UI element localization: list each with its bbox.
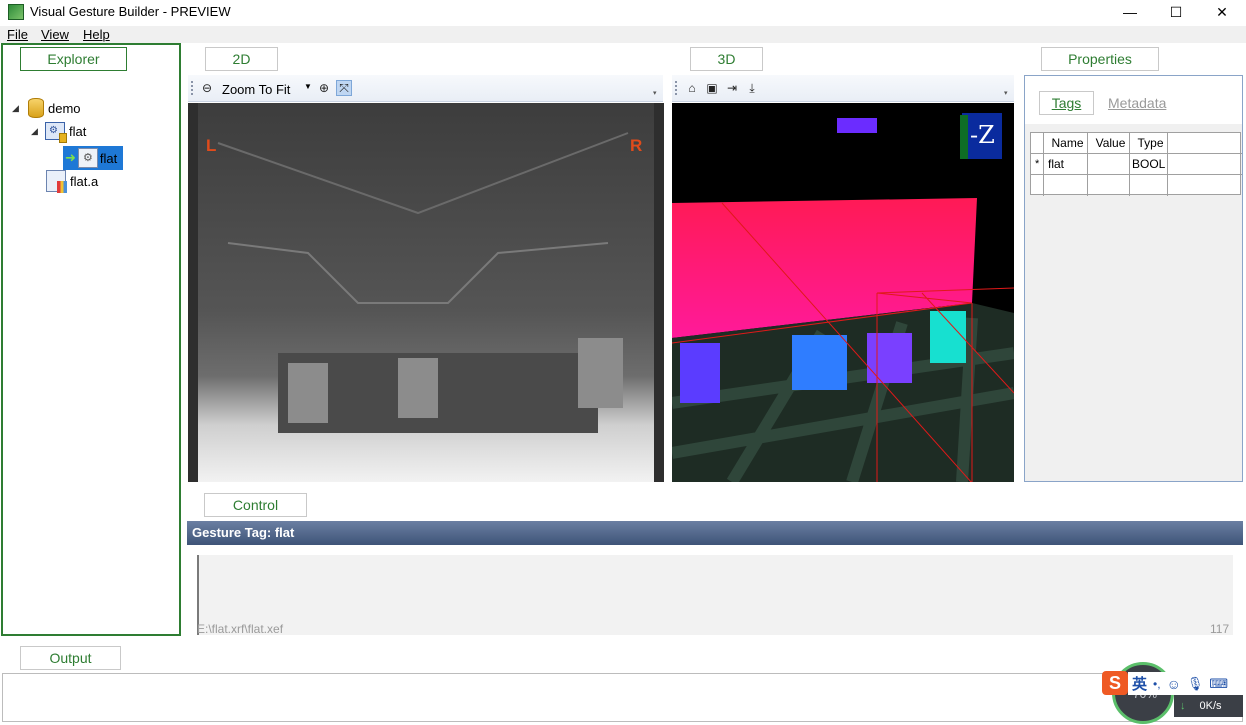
dropdown-arrow-icon[interactable]: ▼: [304, 82, 312, 91]
tree-item-flat-group[interactable]: ◢ ⚙ flat: [31, 122, 87, 143]
toolbar-grip-icon: [675, 81, 677, 95]
zoom-in-icon[interactable]: ⊕: [316, 80, 332, 96]
gesture-project-icon: ⚙: [45, 122, 67, 143]
right-marker: R: [630, 136, 643, 155]
camera-view-icon[interactable]: ▣: [704, 80, 720, 96]
download-arrow-icon: ↓: [1180, 700, 1186, 712]
tree-item-label: flat: [99, 150, 118, 166]
row-marker: *: [1031, 154, 1044, 175]
ime-language-toggle[interactable]: 英: [1132, 673, 1147, 694]
zoom-select[interactable]: Zoom To Fit: [222, 82, 290, 97]
toolbar-overflow-icon[interactable]: ▾: [1004, 89, 1008, 97]
zoom-out-icon[interactable]: ⊖: [199, 80, 215, 96]
top-view-icon[interactable]: ⤓: [744, 80, 760, 96]
toolbar-grip-icon: [191, 81, 193, 95]
clip-file-path: E:\flat.xrf\flat.xef: [197, 622, 284, 636]
grid-corner: [1031, 133, 1044, 154]
title-bar: Visual Gesture Builder - PREVIEW — ☐ ✕: [0, 0, 1246, 26]
minimize-button[interactable]: —: [1107, 0, 1153, 24]
column-header-filler: [1168, 133, 1242, 154]
side-view-icon[interactable]: ⇥: [724, 80, 740, 96]
tab-metadata[interactable]: Metadata: [1108, 95, 1166, 111]
ime-logo-icon[interactable]: S: [1102, 671, 1128, 695]
punctuation-icon[interactable]: •,: [1153, 677, 1161, 691]
tree-item-flat-a[interactable]: flat.a: [46, 170, 99, 193]
new-row-marker: [1031, 175, 1044, 196]
cell-filler: [1168, 154, 1242, 175]
new-row-value[interactable]: [1088, 175, 1130, 196]
properties-subtabs: Tags Metadata: [1025, 76, 1242, 124]
cell-type[interactable]: BOOL: [1130, 154, 1168, 175]
menu-bar: File View Help: [0, 26, 1246, 43]
output-pane[interactable]: [2, 673, 1243, 722]
net-speed-bar: ↓ 0K/s: [1174, 695, 1243, 717]
collapse-arrow-icon[interactable]: ◢: [31, 126, 43, 137]
toolbar-overflow-icon[interactable]: ▾: [653, 89, 657, 97]
tree-item-label: demo: [48, 100, 81, 116]
new-row-name[interactable]: [1044, 175, 1088, 196]
microphone-icon[interactable]: 🎙: [1187, 676, 1204, 692]
control-tab[interactable]: Control: [204, 493, 307, 517]
arrow-right-icon: ➜: [65, 150, 76, 165]
left-marker: L: [206, 136, 217, 155]
fit-to-window-icon[interactable]: ⤧: [336, 80, 352, 96]
menu-view[interactable]: View: [41, 27, 69, 42]
view3d-canvas[interactable]: -Z: [672, 103, 1014, 482]
tags-grid: Name Value Type * flat BOOL: [1030, 132, 1242, 196]
menu-file[interactable]: File: [7, 27, 28, 42]
database-icon: [28, 98, 44, 118]
tree-item-flat-selected[interactable]: ➜ ⚙ flat: [63, 146, 123, 170]
analysis-file-icon: [46, 170, 67, 193]
gesture-tag-header: Gesture Tag: flat: [187, 521, 1243, 545]
output-tab[interactable]: Output: [20, 646, 121, 670]
explorer-panel: [1, 43, 181, 636]
ime-toolbar: 英 •, ☺ 🎙 ⌨: [1128, 672, 1243, 695]
new-row-type[interactable]: [1130, 175, 1168, 196]
cell-name[interactable]: flat: [1044, 154, 1088, 175]
view2d-toolbar: ⊖ Zoom To Fit ▼ ⊕ ⤧ ▾: [188, 75, 663, 102]
home-view-icon[interactable]: ⌂: [684, 80, 700, 96]
app-icon: [8, 4, 24, 20]
emoji-icon[interactable]: ☺: [1167, 676, 1181, 692]
column-header-value[interactable]: Value: [1088, 133, 1130, 154]
column-header-type[interactable]: Type: [1130, 133, 1168, 154]
window-title: Visual Gesture Builder - PREVIEW: [30, 4, 231, 19]
gesture-settings-icon: ⚙: [77, 148, 98, 168]
column-header-name[interactable]: Name: [1044, 133, 1088, 154]
maximize-button[interactable]: ☐: [1153, 0, 1199, 24]
timeline-track[interactable]: E:\flat.xrf\flat.xef 117: [197, 555, 1233, 636]
frame-count: 117: [1210, 622, 1230, 636]
tab-tags[interactable]: Tags: [1039, 91, 1094, 115]
tab-2d[interactable]: 2D: [205, 47, 278, 71]
tree-item-demo[interactable]: ◢ demo: [12, 98, 81, 118]
depth-ir-image: [188, 103, 664, 482]
collapse-arrow-icon[interactable]: ◢: [12, 103, 24, 114]
net-speed: 0K/s: [1199, 700, 1222, 712]
menu-help[interactable]: Help: [83, 27, 110, 42]
axis-cube-label[interactable]: -Z: [970, 121, 995, 149]
properties-tab[interactable]: Properties: [1041, 47, 1159, 71]
point-cloud-image: [672, 103, 1014, 482]
tab-3d[interactable]: 3D: [690, 47, 763, 71]
keyboard-icon[interactable]: ⌨: [1209, 676, 1228, 692]
cell-value[interactable]: [1088, 154, 1130, 175]
view2d-canvas[interactable]: L R: [188, 103, 664, 482]
tree-item-label: flat: [69, 123, 87, 139]
explorer-tab[interactable]: Explorer: [20, 47, 127, 71]
view3d-toolbar: ⌂ ▣ ⇥ ⤓ ▾: [672, 75, 1014, 102]
close-button[interactable]: ✕: [1199, 0, 1245, 24]
tree-item-label: flat.a: [70, 173, 99, 189]
